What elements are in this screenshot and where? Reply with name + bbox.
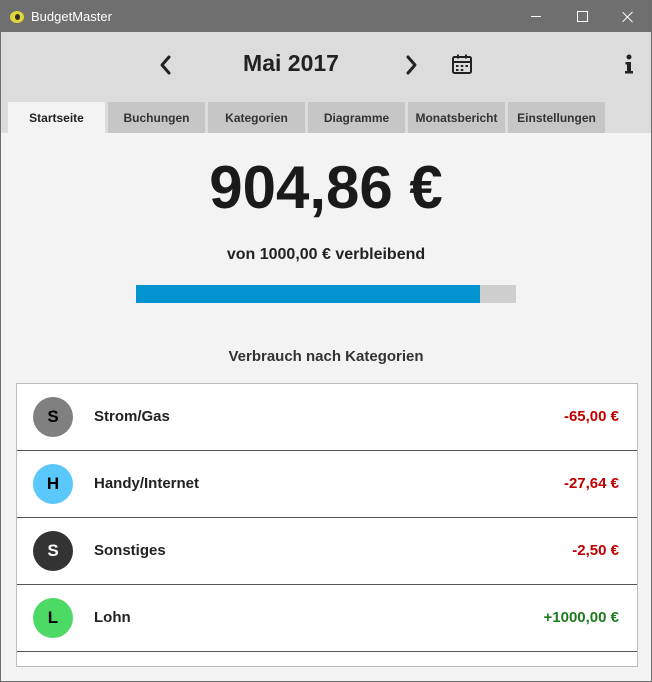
tab-startseite[interactable]: Startseite — [8, 102, 105, 133]
category-avatar: S — [33, 531, 73, 571]
category-section-title: Verbrauch nach Kategorien — [228, 348, 424, 365]
tab-diagramme[interactable]: Diagramme — [308, 102, 405, 133]
category-row[interactable]: S Strom/Gas -65,00 € — [17, 384, 637, 451]
category-row[interactable]: H Handy/Internet -27,64 € — [17, 451, 637, 518]
title-bar[interactable]: BudgetMaster — [1, 1, 651, 32]
minimize-icon — [531, 16, 541, 17]
tab-kategorien[interactable]: Kategorien — [208, 102, 305, 133]
category-name: Strom/Gas — [94, 408, 170, 425]
home-content: 904,86 € von 1000,00 € verbleibend Verbr… — [1, 133, 651, 681]
minimize-button[interactable] — [513, 1, 559, 32]
category-name: Lohn — [94, 609, 131, 626]
date-picker-button[interactable] — [451, 53, 473, 75]
budget-progress-bar — [136, 285, 516, 303]
app-window: BudgetMaster Mai 2017 Startseite Buchung… — [0, 0, 652, 682]
window-title: BudgetMaster — [31, 9, 112, 24]
category-row[interactable]: L Lohn +1000,00 € — [17, 585, 637, 652]
tab-buchungen[interactable]: Buchungen — [108, 102, 205, 133]
remaining-balance: 904,86 € — [209, 154, 443, 221]
next-month-button[interactable] — [399, 52, 423, 78]
category-name: Sonstiges — [94, 542, 166, 559]
tab-einstellungen[interactable]: Einstellungen — [508, 102, 605, 133]
category-avatar: H — [33, 464, 73, 504]
category-avatar: L — [33, 598, 73, 638]
chevron-right-icon — [406, 55, 417, 75]
category-avatar: S — [33, 397, 73, 437]
budget-progress-fill — [136, 285, 480, 303]
category-name: Handy/Internet — [94, 475, 200, 492]
calendar-icon — [452, 54, 472, 74]
info-button[interactable] — [623, 53, 635, 75]
category-amount: -65,00 € — [563, 408, 619, 425]
remaining-label: von 1000,00 € verbleibend — [226, 246, 426, 263]
category-list[interactable]: S Strom/Gas -65,00 € H Handy/Internet -2… — [16, 383, 638, 667]
current-month-title: Mai 2017 — [243, 50, 339, 76]
tab-bar: Startseite Buchungen Kategorien Diagramm… — [1, 102, 651, 133]
category-amount: -27,64 € — [563, 475, 619, 492]
category-amount: -2,50 € — [572, 542, 619, 559]
category-row[interactable]: S Sonstiges -2,50 € — [17, 518, 637, 585]
month-header: Mai 2017 — [1, 32, 651, 102]
info-icon — [625, 54, 633, 74]
close-icon — [622, 11, 634, 23]
close-button[interactable] — [605, 1, 651, 32]
maximize-button[interactable] — [559, 1, 605, 32]
maximize-icon — [576, 11, 588, 22]
chevron-left-icon — [160, 55, 171, 75]
tab-monatsbericht[interactable]: Monatsbericht — [408, 102, 505, 133]
category-amount: +1000,00 € — [543, 609, 620, 626]
app-logo-icon — [10, 10, 24, 23]
previous-month-button[interactable] — [154, 52, 178, 78]
